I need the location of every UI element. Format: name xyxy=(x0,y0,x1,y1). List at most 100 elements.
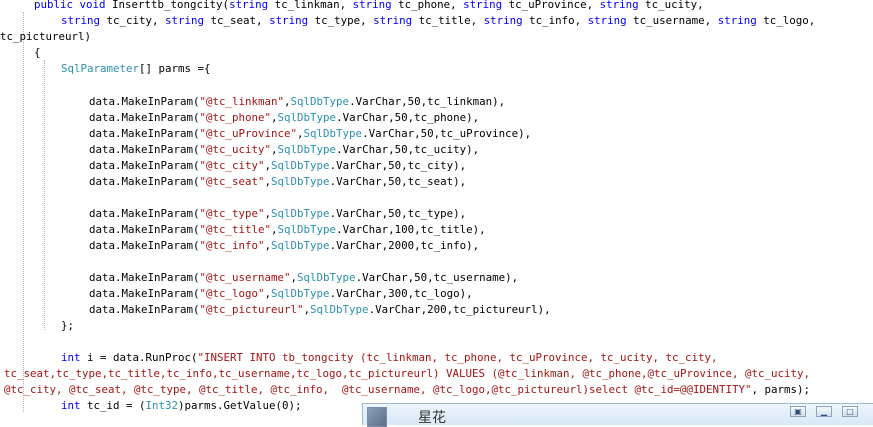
code-line: data.MakeInParam("@tc_phone",SqlDbType.V… xyxy=(89,110,479,126)
keyword-token: void xyxy=(79,0,106,11)
keyword-token: int xyxy=(61,399,81,412)
keyword-token: string xyxy=(269,14,309,27)
chat-window-taskbar[interactable]: 星花 ▣ ▁ □ xyxy=(362,403,873,427)
string-token: "@tc_title" xyxy=(199,223,272,236)
code-token: .VarChar,100,tc_title), xyxy=(336,223,486,236)
code-token: tc_phone, xyxy=(391,0,464,11)
string-token: "@tc_seat" xyxy=(199,175,265,188)
string-token: "@tc_linkman" xyxy=(199,95,285,108)
code-token: tc_city, xyxy=(100,14,166,27)
code-token: tc_title, xyxy=(412,14,484,27)
code-token: }; xyxy=(61,319,75,332)
keyword-token: public xyxy=(34,0,74,11)
type-token: SqlDbType xyxy=(271,239,330,252)
keyword-token: int xyxy=(61,351,81,364)
code-token: tc_type, xyxy=(308,14,374,27)
chat-title: 星花 xyxy=(418,410,446,426)
code-token: data.MakeInParam( xyxy=(89,127,200,140)
type-token: SqlDbType xyxy=(271,287,330,300)
code-line: data.MakeInParam("@tc_info",SqlDbType.Va… xyxy=(89,238,479,254)
restore-button[interactable]: ▣ xyxy=(790,406,806,417)
type-token: SqlDbType xyxy=(310,303,369,316)
code-token: i = data.RunProc( xyxy=(80,351,198,364)
code-token: data.MakeInParam( xyxy=(89,271,200,284)
maximize-button[interactable]: □ xyxy=(842,406,858,417)
code-token: data.MakeInParam( xyxy=(89,143,200,156)
code-line: data.MakeInParam("@tc_pictureurl",SqlDbT… xyxy=(89,302,551,318)
keyword-token: string xyxy=(61,14,101,27)
indent-guide xyxy=(44,60,45,330)
code-token: .VarChar,50,tc_type), xyxy=(329,207,467,220)
keyword-token: string xyxy=(463,0,503,11)
string-token: "INSERT INTO tb_tongcity (tc_linkman, tc… xyxy=(197,351,718,364)
code-line: @tc_city, @tc_seat, @tc_type, @tc_title,… xyxy=(4,382,810,398)
code-line: data.MakeInParam("@tc_city",SqlDbType.Va… xyxy=(89,158,466,174)
keyword-token: string xyxy=(483,14,523,27)
code-line: data.MakeInParam("@tc_linkman",SqlDbType… xyxy=(89,94,505,110)
code-line: data.MakeInParam("@tc_username",SqlDbTyp… xyxy=(89,270,518,286)
string-token: "@tc_pictureurl" xyxy=(199,303,304,316)
code-token: { xyxy=(34,46,41,59)
code-token: .VarChar,50,tc_city), xyxy=(329,159,467,172)
string-token: tc_seat,tc_type,tc_title,tc_info,tc_user… xyxy=(4,367,811,380)
code-line: }; xyxy=(61,318,74,334)
code-token: data.MakeInParam( xyxy=(89,223,200,236)
code-token: data.MakeInParam( xyxy=(89,239,200,252)
code-line: data.MakeInParam("@tc_seat",SqlDbType.Va… xyxy=(89,174,466,190)
code-token: , parms); xyxy=(751,383,811,396)
keyword-token: string xyxy=(599,0,639,11)
type-token: SqlDbType xyxy=(277,223,337,236)
code-token: .VarChar,200,tc_pictureurl), xyxy=(368,303,551,316)
code-token: tc_linkman, xyxy=(268,0,353,11)
code-line: data.MakeInParam("@tc_type",SqlDbType.Va… xyxy=(89,206,466,222)
string-token: "@tc_ucity" xyxy=(199,143,272,156)
type-token: Int32 xyxy=(145,399,179,412)
code-token: data.MakeInParam( xyxy=(89,175,200,188)
type-token: SqlDbType xyxy=(303,127,363,140)
indent-guide xyxy=(23,12,24,412)
code-token: .VarChar,50,tc_phone), xyxy=(336,111,480,124)
string-token: "@tc_phone" xyxy=(199,111,272,124)
code-token: )parms.GetValue(0); xyxy=(178,399,302,412)
type-token: SqlDbType xyxy=(277,111,337,124)
string-token: "@tc_uProvince" xyxy=(199,127,298,140)
keyword-token: string xyxy=(352,0,392,11)
code-line: SqlParameter[] parms ={ xyxy=(61,61,211,77)
code-line: tc_seat,tc_type,tc_title,tc_info,tc_user… xyxy=(4,366,810,382)
code-line: data.MakeInParam("@tc_uProvince",SqlDbTy… xyxy=(89,126,531,142)
code-token: .VarChar,2000,tc_info), xyxy=(329,239,480,252)
type-token: SqlDbType xyxy=(271,175,330,188)
keyword-token: string xyxy=(373,14,413,27)
code-token: data.MakeInParam( xyxy=(89,159,200,172)
code-token: Inserttb_tongcity( xyxy=(105,0,230,11)
minimize-button[interactable]: ▁ xyxy=(816,406,832,417)
code-token: data.MakeInParam( xyxy=(89,303,200,316)
code-editor[interactable]: public void Inserttb_tongcity(string tc_… xyxy=(0,0,873,425)
string-token: "@tc_username" xyxy=(199,271,291,284)
code-token: data.MakeInParam( xyxy=(89,207,200,220)
code-token: data.MakeInParam( xyxy=(89,111,200,124)
code-token: tc_seat, xyxy=(204,14,270,27)
string-token: "@tc_city" xyxy=(199,159,265,172)
code-line: tc_pictureurl) xyxy=(0,29,91,45)
code-token: .VarChar,50,tc_uProvince), xyxy=(362,127,532,140)
string-token: "@tc_type" xyxy=(199,207,265,220)
code-line: data.MakeInParam("@tc_ucity",SqlDbType.V… xyxy=(89,142,479,158)
code-line: data.MakeInParam("@tc_logo",SqlDbType.Va… xyxy=(89,286,473,302)
code-token: tc_username, xyxy=(626,14,718,27)
code-line: int tc_id = (Int32)parms.GetValue(0); xyxy=(61,398,302,414)
type-token: SqlParameter xyxy=(61,62,140,75)
type-token: SqlDbType xyxy=(271,207,330,220)
code-token: .VarChar,50,tc_seat), xyxy=(329,175,467,188)
code-token: .VarChar,50,tc_ucity), xyxy=(336,143,480,156)
code-token: tc_uProvince, xyxy=(502,0,600,11)
type-token: SqlDbType xyxy=(271,159,330,172)
code-token: tc_info, xyxy=(522,14,588,27)
keyword-token: string xyxy=(717,14,757,27)
code-token: .VarChar,50,tc_linkman), xyxy=(349,95,506,108)
code-token: data.MakeInParam( xyxy=(89,287,200,300)
code-token: .VarChar,50,tc_username), xyxy=(355,271,519,284)
type-token: SqlDbType xyxy=(297,271,356,284)
code-token: tc_pictureurl) xyxy=(0,30,92,43)
type-token: SqlDbType xyxy=(277,143,337,156)
